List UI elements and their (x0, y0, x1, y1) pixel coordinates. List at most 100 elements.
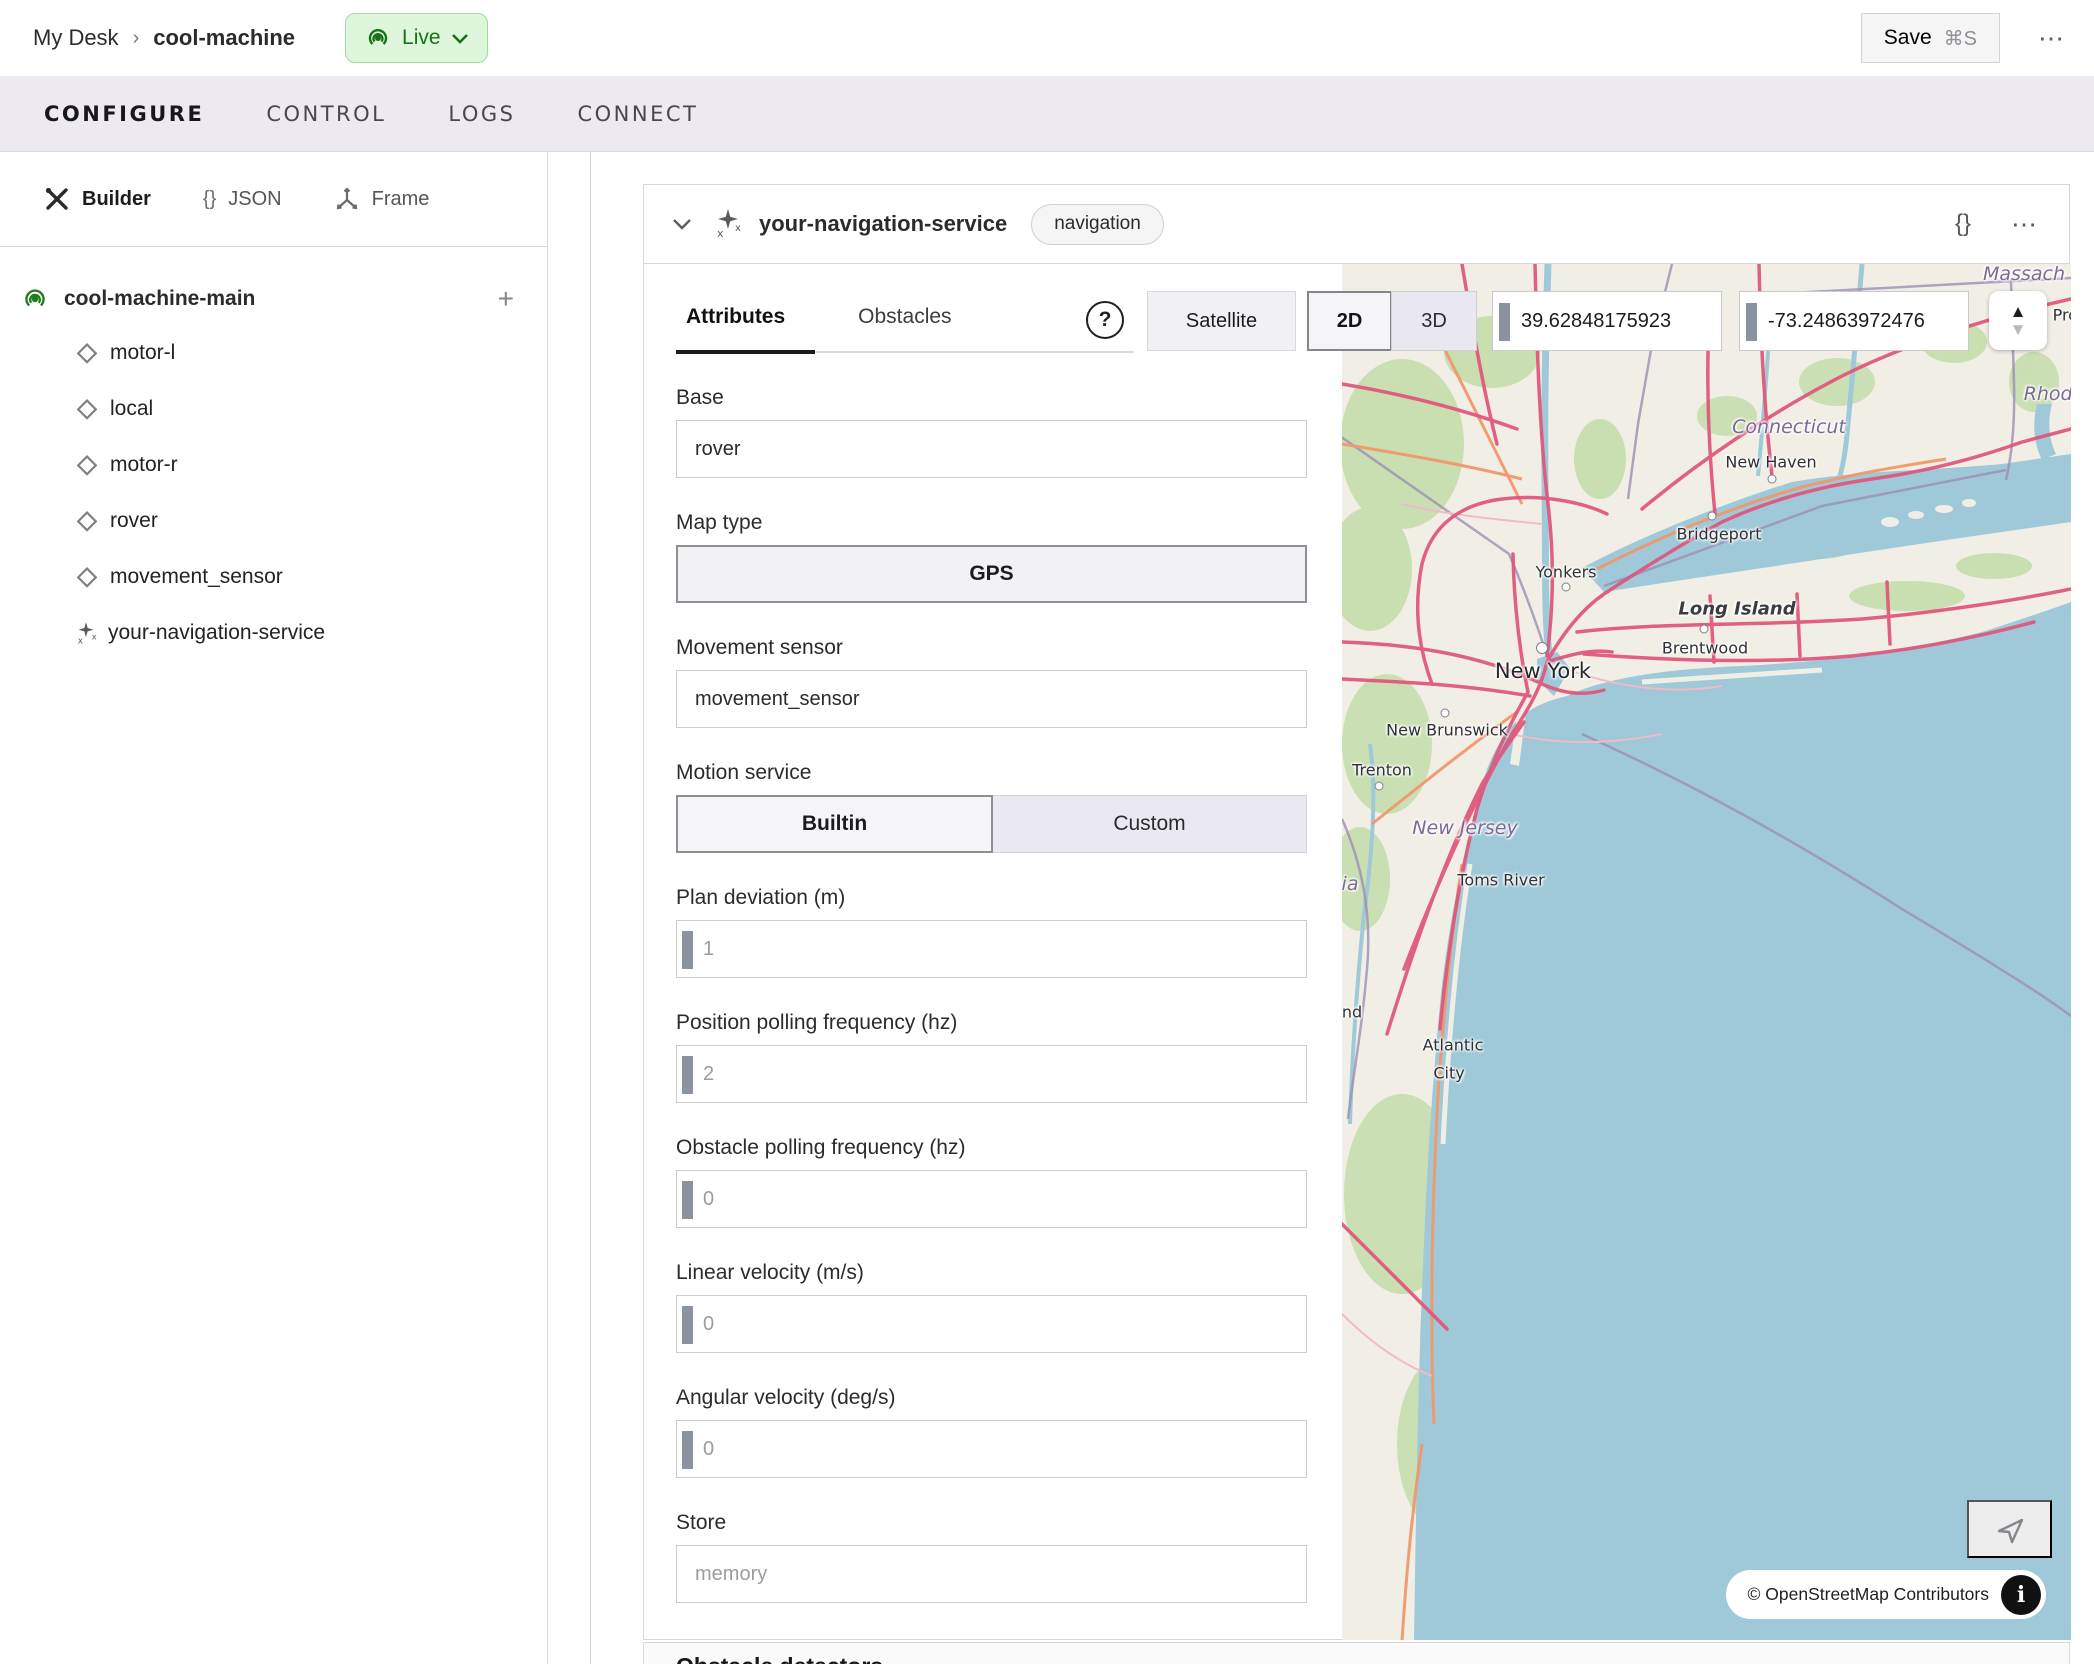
map-2d-button[interactable]: 2D (1307, 291, 1392, 351)
tree-item-label: movement_sensor (110, 565, 283, 589)
angular-velocity-input[interactable] (703, 1421, 1293, 1477)
tree-item-label: local (110, 397, 153, 421)
map-attribution: © OpenStreetMap Contributors i (1726, 1570, 2046, 1619)
tree-item-movement_sensor[interactable]: movement_sensor (0, 549, 547, 605)
map-viewport[interactable]: MassachProvRhodeConnecticutNew HavenBrid… (1342, 264, 2071, 1640)
field-store: Store (676, 1511, 1307, 1603)
tree-item-label: motor-r (110, 453, 178, 477)
zoom-stepper[interactable]: ▲ ▼ (1989, 291, 2047, 350)
position-polling-label: Position polling frequency (hz) (676, 1011, 1307, 1035)
obstacle-detectors-heading: Obstacle detectors (676, 1653, 1307, 1664)
field-linear-velocity: Linear velocity (m/s) (676, 1261, 1307, 1353)
plan-deviation-label: Plan deviation (m) (676, 886, 1307, 910)
service-title: your-navigation-service (759, 211, 1007, 237)
component-diamond-icon (72, 506, 102, 536)
breadcrumb-root[interactable]: My Desk (33, 25, 119, 51)
sidebar-mode-tabs: Builder {} JSON Frame (0, 152, 547, 247)
angular-velocity-drag-handle[interactable] (682, 1431, 693, 1469)
plan-deviation-input[interactable] (703, 921, 1293, 977)
svg-text:x: x (717, 227, 724, 240)
store-input[interactable] (676, 1545, 1307, 1603)
linear-velocity-drag-handle[interactable] (682, 1306, 693, 1344)
collapse-chevron-icon[interactable] (671, 217, 693, 231)
component-diamond-icon (72, 562, 102, 592)
save-label: Save (1884, 26, 1932, 50)
tree-item-label: rover (110, 509, 158, 533)
field-plan-deviation: Plan deviation (m) (676, 886, 1307, 978)
tab-configure[interactable]: CONFIGURE (44, 102, 204, 126)
locate-button[interactable] (1967, 1500, 2052, 1558)
tab-control[interactable]: CONTROL (266, 102, 386, 126)
mode-tab-builder[interactable]: Builder (44, 186, 151, 212)
base-label: Base (676, 386, 1307, 410)
obstacle-polling-input[interactable] (703, 1171, 1293, 1227)
tree-root-machine[interactable]: cool-machine-main + (0, 273, 547, 325)
position-polling-drag-handle[interactable] (682, 1056, 693, 1094)
sidebar-gutter (548, 152, 591, 1664)
tree-item-motor-l[interactable]: motor-l (0, 325, 547, 381)
tab-logs[interactable]: LOGS (448, 102, 515, 126)
field-position-polling: Position polling frequency (hz) (676, 1011, 1307, 1103)
latitude-input[interactable] (1521, 292, 1719, 350)
help-icon[interactable]: ? (1086, 301, 1124, 339)
card-menu-icon[interactable]: ⋯ (2011, 209, 2039, 240)
movement-sensor-label: Movement sensor (676, 636, 1307, 660)
main-panel: x x your-navigation-service navigation {… (591, 152, 2094, 1664)
tree-item-motor-r[interactable]: motor-r (0, 437, 547, 493)
braces-icon: {} (203, 188, 216, 211)
longitude-drag-handle[interactable] (1746, 303, 1757, 341)
info-icon[interactable]: i (2001, 1575, 2041, 1615)
navigation-service-icon: x x (711, 207, 745, 241)
satellite-toggle-button[interactable]: Satellite (1147, 291, 1296, 351)
frame-axes-icon (334, 186, 360, 212)
angular-velocity-label: Angular velocity (deg/s) (676, 1386, 1307, 1410)
tree-item-rover[interactable]: rover (0, 493, 547, 549)
longitude-input[interactable] (1768, 292, 1966, 350)
motion-service-label: Motion service (676, 761, 1307, 785)
map-canvas[interactable] (1342, 264, 2071, 1640)
field-movement-sensor: Movement sensor (676, 636, 1307, 728)
tree-root-label: cool-machine-main (64, 287, 255, 311)
sidebar: Builder {} JSON Frame (0, 152, 548, 1664)
plan-deviation-drag-handle[interactable] (682, 931, 693, 969)
add-component-button[interactable]: + (498, 283, 514, 315)
mode-tab-frame-label: Frame (372, 188, 430, 211)
machine-part-tree: cool-machine-main + motor-l local motor-r r… (0, 247, 547, 661)
longitude-input-wrap (1739, 291, 1969, 351)
card-header: x x your-navigation-service navigation {… (644, 185, 2069, 264)
mode-tab-json[interactable]: {} JSON (203, 188, 282, 211)
map-type-gps-button[interactable]: GPS (676, 545, 1307, 603)
field-motion-service: Motion service Builtin Custom (676, 761, 1307, 853)
save-button[interactable]: Save ⌘S (1861, 13, 2000, 63)
latitude-input-wrap (1492, 291, 1722, 351)
field-obstacle-polling: Obstacle polling frequency (hz) (676, 1136, 1307, 1228)
component-diamond-icon (72, 394, 102, 424)
component-diamond-icon (72, 450, 102, 480)
live-status-dropdown[interactable]: Live (345, 13, 488, 63)
latitude-drag-handle[interactable] (1499, 303, 1510, 341)
raw-json-icon[interactable]: {} (1955, 210, 1971, 238)
step-up-icon[interactable]: ▲ (2010, 303, 2027, 320)
step-down-icon[interactable]: ▼ (2010, 321, 2027, 338)
breadcrumb: My Desk › cool-machine (33, 25, 295, 51)
attribution-text[interactable]: © OpenStreetMap Contributors (1748, 1584, 1989, 1605)
movement-sensor-input[interactable] (676, 670, 1307, 728)
overflow-menu-icon[interactable]: ⋯ (2038, 23, 2066, 54)
component-diamond-icon (72, 338, 102, 368)
motion-builtin-button[interactable]: Builtin (676, 795, 993, 853)
tab-connect[interactable]: CONNECT (577, 102, 698, 126)
linear-velocity-input[interactable] (703, 1296, 1293, 1352)
base-input[interactable] (676, 420, 1307, 478)
map-type-label: Map type (676, 511, 1307, 535)
obstacle-polling-drag-handle[interactable] (682, 1181, 693, 1219)
position-polling-input[interactable] (703, 1046, 1293, 1102)
tree-item-your-navigation-service[interactable]: xxyour-navigation-service (0, 605, 547, 661)
mode-tab-frame[interactable]: Frame (334, 186, 430, 212)
service-type-badge: navigation (1031, 204, 1164, 245)
live-label: Live (402, 26, 441, 50)
tree-item-local[interactable]: local (0, 381, 547, 437)
motion-custom-button[interactable]: Custom (993, 795, 1307, 853)
svg-text:x: x (92, 632, 97, 642)
top-bar: My Desk › cool-machine Live Save ⌘S ⋯ (0, 0, 2094, 76)
map-3d-button[interactable]: 3D (1391, 291, 1477, 351)
